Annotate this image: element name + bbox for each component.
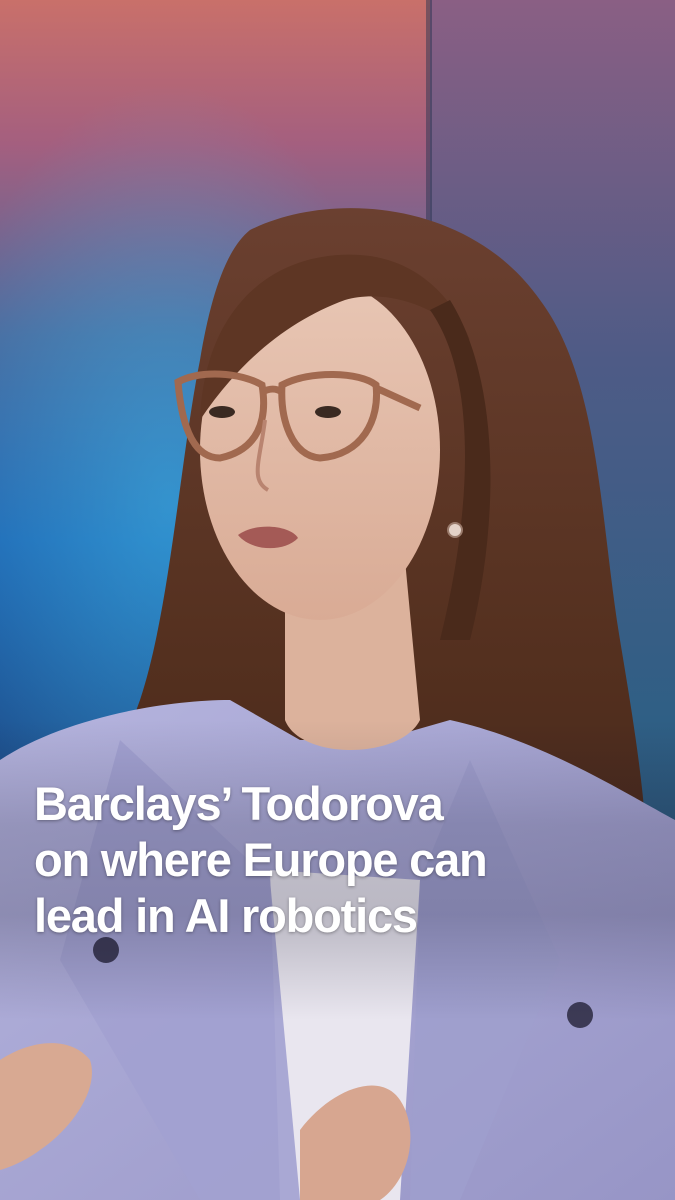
headline-line-1: Barclays’ Todorova (34, 777, 444, 830)
presenter-illustration (0, 208, 675, 1200)
earring (447, 522, 463, 538)
headline-line-2: on where Europe can (34, 833, 488, 886)
headline-line-3: lead in AI robotics (34, 889, 418, 942)
video-frame[interactable]: Barclays’ Todorova on where Europe can l… (0, 0, 675, 1200)
headline-caption: Barclays’ Todorova on where Europe can l… (34, 776, 634, 944)
